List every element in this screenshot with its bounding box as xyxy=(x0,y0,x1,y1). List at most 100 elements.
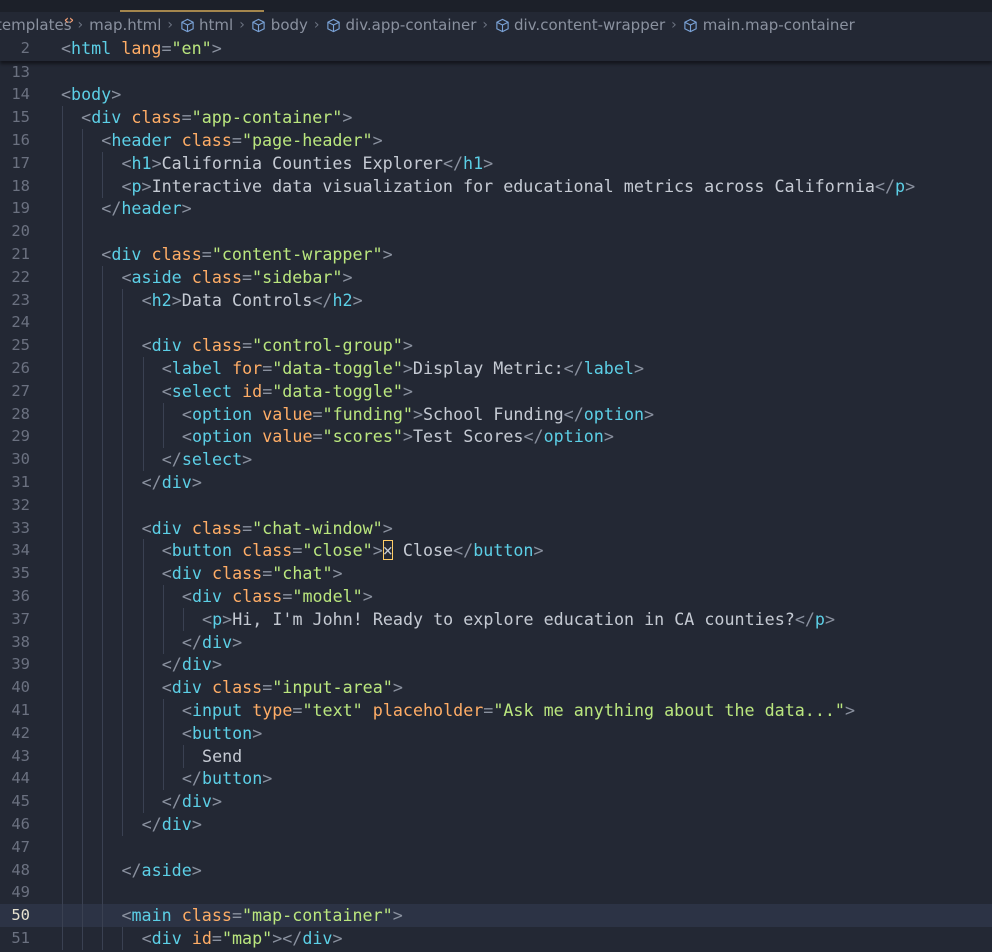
code-line[interactable]: 43 Send xyxy=(0,744,992,768)
line-code[interactable]: <div class="chat"> xyxy=(162,562,343,585)
html-file-icon: ‹› xyxy=(64,13,74,27)
code-line[interactable]: 20 xyxy=(0,220,992,244)
breadcrumb-item[interactable]: main.map-container xyxy=(683,16,855,34)
code-line[interactable]: 26 <label for="data-toggle">Display Metri… xyxy=(0,356,992,380)
code-line[interactable]: 44 </button> xyxy=(0,767,992,791)
code-line[interactable]: 27 <select id="data-toggle"> xyxy=(0,379,992,403)
code-line[interactable]: 48 </aside> xyxy=(0,858,992,882)
code-line[interactable]: 46 </div> xyxy=(0,812,992,836)
code-line[interactable]: 32 xyxy=(0,493,992,517)
code-editor[interactable]: 13 14 <body> 15 <div class="app-container"> 1… xyxy=(0,61,992,952)
indent-guide xyxy=(102,402,104,426)
code-line[interactable]: 13 xyxy=(0,61,992,84)
line-code[interactable]: </div> xyxy=(162,790,222,813)
code-line[interactable]: 36 <div class="model"> xyxy=(0,584,992,608)
code-token: > xyxy=(252,722,263,743)
line-code[interactable]: </header> xyxy=(101,197,191,220)
code-line[interactable]: 15 <div class="app-container"> xyxy=(0,106,992,130)
code-line[interactable]: 40 <div class="input-area"> xyxy=(0,676,992,700)
code-line[interactable]: 22 <aside class="sidebar"> xyxy=(0,265,992,289)
line-code[interactable]: <div class="app-container"> xyxy=(81,106,352,129)
indent-guide xyxy=(142,402,144,426)
code-token: = xyxy=(312,426,323,447)
breadcrumb-item[interactable]: body xyxy=(251,16,308,34)
line-code[interactable]: <button> xyxy=(182,722,262,745)
line-code[interactable]: Send xyxy=(202,745,242,768)
line-code[interactable]: </div> xyxy=(142,813,202,836)
line-code[interactable]: <div class="input-area"> xyxy=(162,676,403,699)
line-code[interactable]: </button> xyxy=(182,767,272,790)
code-line[interactable]: 16 <header class="page-header"> xyxy=(0,128,992,152)
code-line[interactable]: 14 <body> xyxy=(0,83,992,106)
line-code[interactable]: <input type="text" placeholder="Ask me a… xyxy=(182,699,855,722)
line-code[interactable]: </select> xyxy=(162,448,252,471)
line-code[interactable]: <option value="funding">School Funding</… xyxy=(182,403,654,426)
line-code[interactable]: <p>Hi, I'm John! Ready to explore educat… xyxy=(202,608,835,631)
indent-guide xyxy=(82,379,84,403)
breadcrumb-item[interactable]: html xyxy=(179,16,233,34)
line-code[interactable]: <h1>California Counties Explorer</h1> xyxy=(121,152,493,175)
code-line[interactable]: 51 <div id="map"></div> xyxy=(0,926,992,950)
code-token: = xyxy=(231,129,242,150)
line-code[interactable]: </div> xyxy=(182,631,242,654)
code-line[interactable]: 19 </header> xyxy=(0,197,992,221)
line-code[interactable]: <div id="map"></div> xyxy=(142,927,343,950)
line-code[interactable]: <main class="map-container"> xyxy=(121,904,402,927)
code-line[interactable]: 45 </div> xyxy=(0,790,992,814)
indent-guide xyxy=(82,516,84,540)
code-line[interactable]: 41 <input type="text" placeholder="Ask me… xyxy=(0,698,992,722)
line-code[interactable]: <h2>Data Controls</h2> xyxy=(142,289,363,312)
code-line[interactable]: 29 <option value="scores">Test Scores</op… xyxy=(0,425,992,449)
code-line[interactable]: 35 <div class="chat"> xyxy=(0,562,992,586)
sticky-scroll-line[interactable]: 2 <html lang="en"> xyxy=(0,37,992,61)
line-code[interactable]: <div class="content-wrapper"> xyxy=(101,243,392,266)
code-token: = xyxy=(242,266,253,287)
code-line[interactable]: 31 </div> xyxy=(0,470,992,494)
line-code[interactable]: <html lang="en"> xyxy=(61,37,222,60)
indent-guide xyxy=(62,128,63,152)
code-line[interactable]: 50 <main class="map-container"> xyxy=(0,904,992,928)
line-code[interactable]: <aside class="sidebar"> xyxy=(121,266,352,289)
code-line[interactable]: 33 <div class="chat-window"> xyxy=(0,516,992,540)
code-token: class xyxy=(242,540,293,561)
code-token: button xyxy=(201,768,263,789)
line-code[interactable]: <button class="close">× Close</button> xyxy=(162,539,544,562)
code-line[interactable]: 49 xyxy=(0,881,992,905)
code-line[interactable]: 37 <p>Hi, I'm John! Ready to explore educ… xyxy=(0,607,992,631)
code-line[interactable]: 34 <button class="close">× Close</button> xyxy=(0,539,992,563)
line-code[interactable]: </aside> xyxy=(121,859,201,882)
line-code[interactable]: <header class="page-header"> xyxy=(101,129,382,152)
breadcrumb-item[interactable]: div.content-wrapper xyxy=(494,16,665,34)
line-code[interactable]: </div> xyxy=(162,653,222,676)
code-line[interactable]: 17 <h1>California Counties Explorer</h1> xyxy=(0,151,992,175)
line-code[interactable]: <select id="data-toggle"> xyxy=(162,380,413,403)
code-token: select xyxy=(181,449,243,470)
code-line[interactable]: 25 <div class="control-group"> xyxy=(0,334,992,358)
line-code[interactable]: <div class="chat-window"> xyxy=(142,517,393,540)
code-line[interactable]: 38 </div> xyxy=(0,630,992,654)
indent-guide xyxy=(82,539,84,563)
indent-guide xyxy=(62,562,63,586)
code-line[interactable]: 28 <option value="funding">School Funding… xyxy=(0,402,992,426)
code-line[interactable]: 21 <div class="content-wrapper"> xyxy=(0,242,992,266)
line-code[interactable]: <body> xyxy=(61,83,121,106)
code-line[interactable]: 2 <html lang="en"> xyxy=(0,37,992,60)
line-code[interactable]: </div> xyxy=(142,471,202,494)
line-code[interactable]: <div class="model"> xyxy=(182,585,373,608)
code-line[interactable]: 18 <p>Interactive data visualization for … xyxy=(0,174,992,198)
line-code[interactable]: <label for="data-toggle">Display Metric:… xyxy=(162,357,644,380)
code-line[interactable]: 42 <button> xyxy=(0,721,992,745)
code-line[interactable]: 23 <h2>Data Controls</h2> xyxy=(0,288,992,312)
breadcrumb-item[interactable]: div.app-container xyxy=(326,16,476,34)
code-line[interactable]: 24 xyxy=(0,311,992,335)
line-code[interactable]: <div class="control-group"> xyxy=(142,334,413,357)
code-line[interactable]: 39 </div> xyxy=(0,653,992,677)
breadcrumb-item[interactable]: ‹› map.html xyxy=(64,13,161,34)
code-line[interactable]: 30 </select> xyxy=(0,448,992,472)
line-code[interactable]: <p>Interactive data visualization for ed… xyxy=(121,175,915,198)
line-code[interactable]: <option value="scores">Test Scores</opti… xyxy=(182,425,614,448)
code-line[interactable]: 47 xyxy=(0,835,992,859)
indent-guide xyxy=(102,812,104,836)
